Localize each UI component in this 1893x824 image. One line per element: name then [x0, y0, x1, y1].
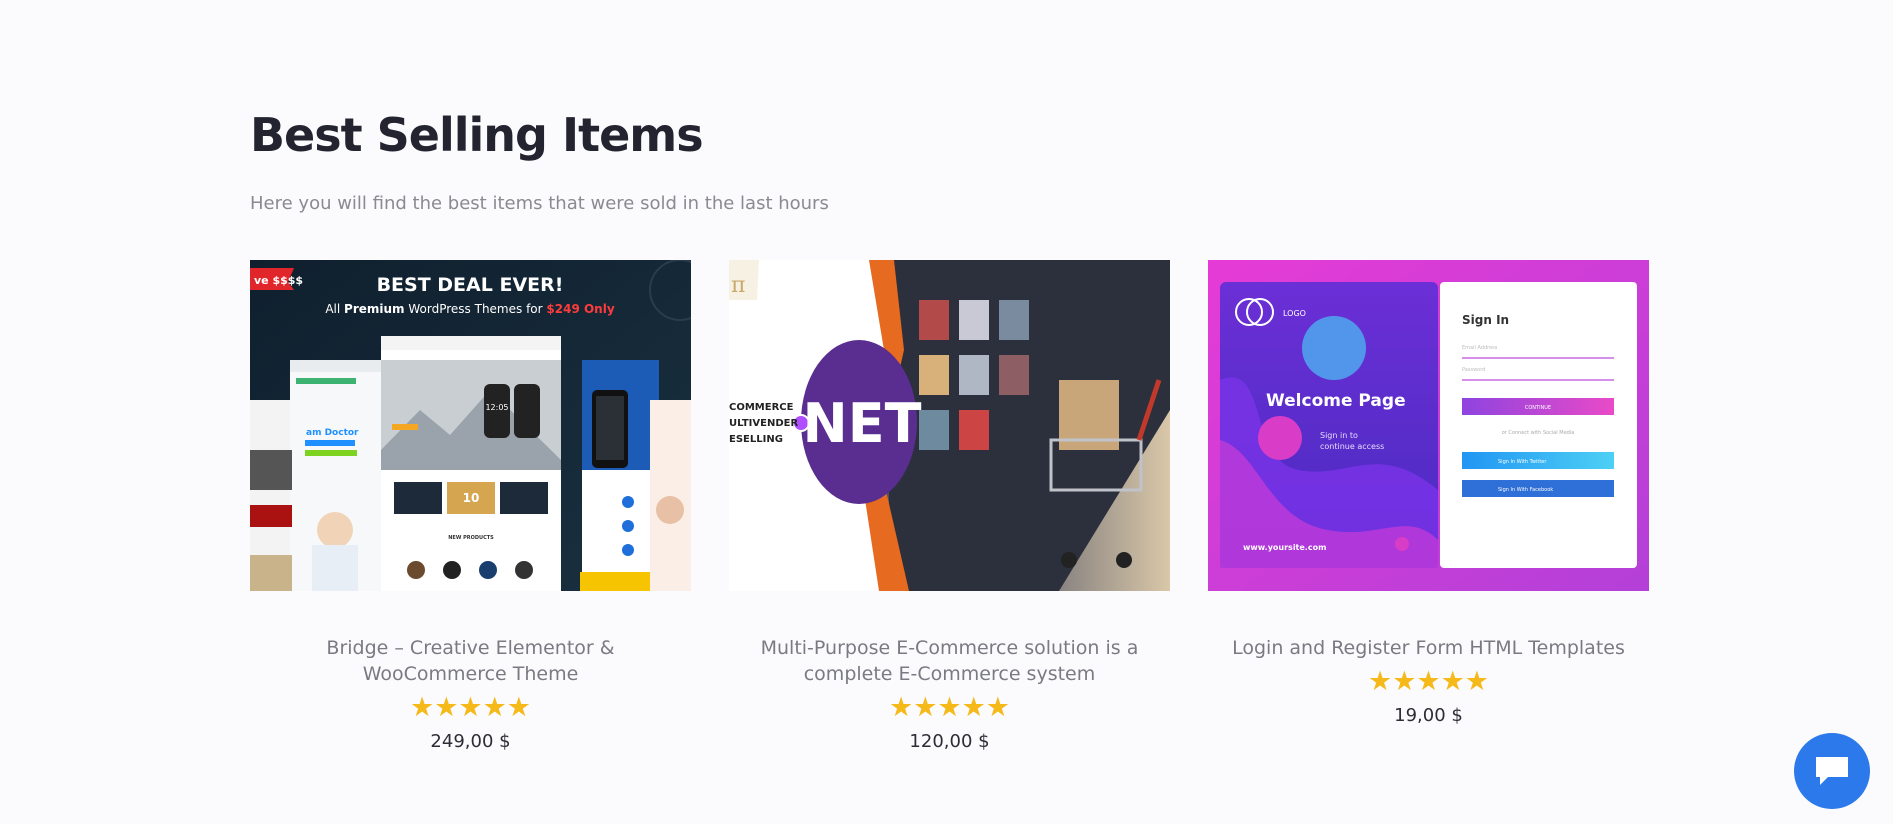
thumb-twitter: Sign In With Twitter: [1498, 459, 1547, 465]
thumb-side-text: COMMERCE: [729, 402, 794, 413]
thumb-welcome: Welcome Page: [1266, 391, 1406, 411]
product-thumbnail[interactable]: π NET COMMERCE ULTIVENDER ESELLING: [729, 260, 1170, 591]
chat-bubble-icon: [1816, 757, 1848, 785]
thumb-facebook: Sign In With Facebook: [1498, 487, 1553, 493]
product-card: ve $$$$ BEST DEAL EVER! All Premium Word…: [250, 260, 691, 752]
thumb-email-label: Email Address: [1462, 345, 1498, 351]
thumb-form-title: Sign In: [1462, 313, 1509, 327]
product-price: 249,00 $: [430, 731, 511, 752]
thumb-sign-in-sub: continue access: [1320, 442, 1384, 451]
thumb-sign-in-sub: Sign in to: [1320, 431, 1358, 440]
rating-stars: ★★★★★: [409, 692, 532, 723]
product-price: 120,00 $: [909, 731, 990, 752]
thumb-side-text: ESELLING: [729, 434, 783, 445]
rating-stars: ★★★★★: [1367, 666, 1490, 697]
thumb-site: www.yoursite.com: [1243, 543, 1326, 552]
product-title[interactable]: Bridge – Creative Elementor & WooCommerc…: [271, 635, 671, 687]
thumb-logo: LOGO: [1283, 309, 1306, 318]
product-title[interactable]: Multi-Purpose E-Commerce solution is a c…: [750, 635, 1150, 687]
section-subtitle: Here you will find the best items that w…: [250, 193, 829, 214]
product-price: 19,00 $: [1394, 705, 1463, 726]
thumb-headline: BEST DEAL EVER!: [377, 274, 564, 296]
thumb-badge: ve $$$$: [254, 274, 303, 287]
svg-text:All Premium WordPress Themes f: All Premium WordPress Themes for $249 On…: [325, 302, 614, 316]
product-card: LOGO Welcome Page Sign in to continue ac…: [1208, 260, 1649, 726]
chat-button[interactable]: [1794, 733, 1870, 809]
thumb-side-text: ULTIVENDER: [729, 418, 798, 429]
thumb-net-logo: NET: [803, 392, 922, 455]
product-thumbnail[interactable]: ve $$$$ BEST DEAL EVER! All Premium Word…: [250, 260, 691, 591]
thumb-password-label: Password: [1462, 367, 1485, 373]
thumb-new-products: NEW PRODUCTS: [448, 535, 494, 541]
svg-text:10: 10: [463, 491, 480, 505]
product-title[interactable]: Login and Register Form HTML Templates: [1229, 635, 1629, 661]
thumb-watch-time: 12:05: [485, 403, 508, 412]
section-title: Best Selling Items: [250, 108, 704, 162]
product-thumbnail[interactable]: LOGO Welcome Page Sign in to continue ac…: [1208, 260, 1649, 591]
rating-stars: ★★★★★: [888, 692, 1011, 723]
svg-text:π: π: [731, 273, 745, 298]
thumb-doctor-label: am Doctor: [306, 428, 359, 438]
thumb-social-divider: or Connect with Social Media: [1502, 430, 1575, 436]
product-card: π NET COMMERCE ULTIVENDER ESELLING Multi…: [729, 260, 1170, 752]
thumb-continue: CONTINUE: [1525, 405, 1551, 411]
